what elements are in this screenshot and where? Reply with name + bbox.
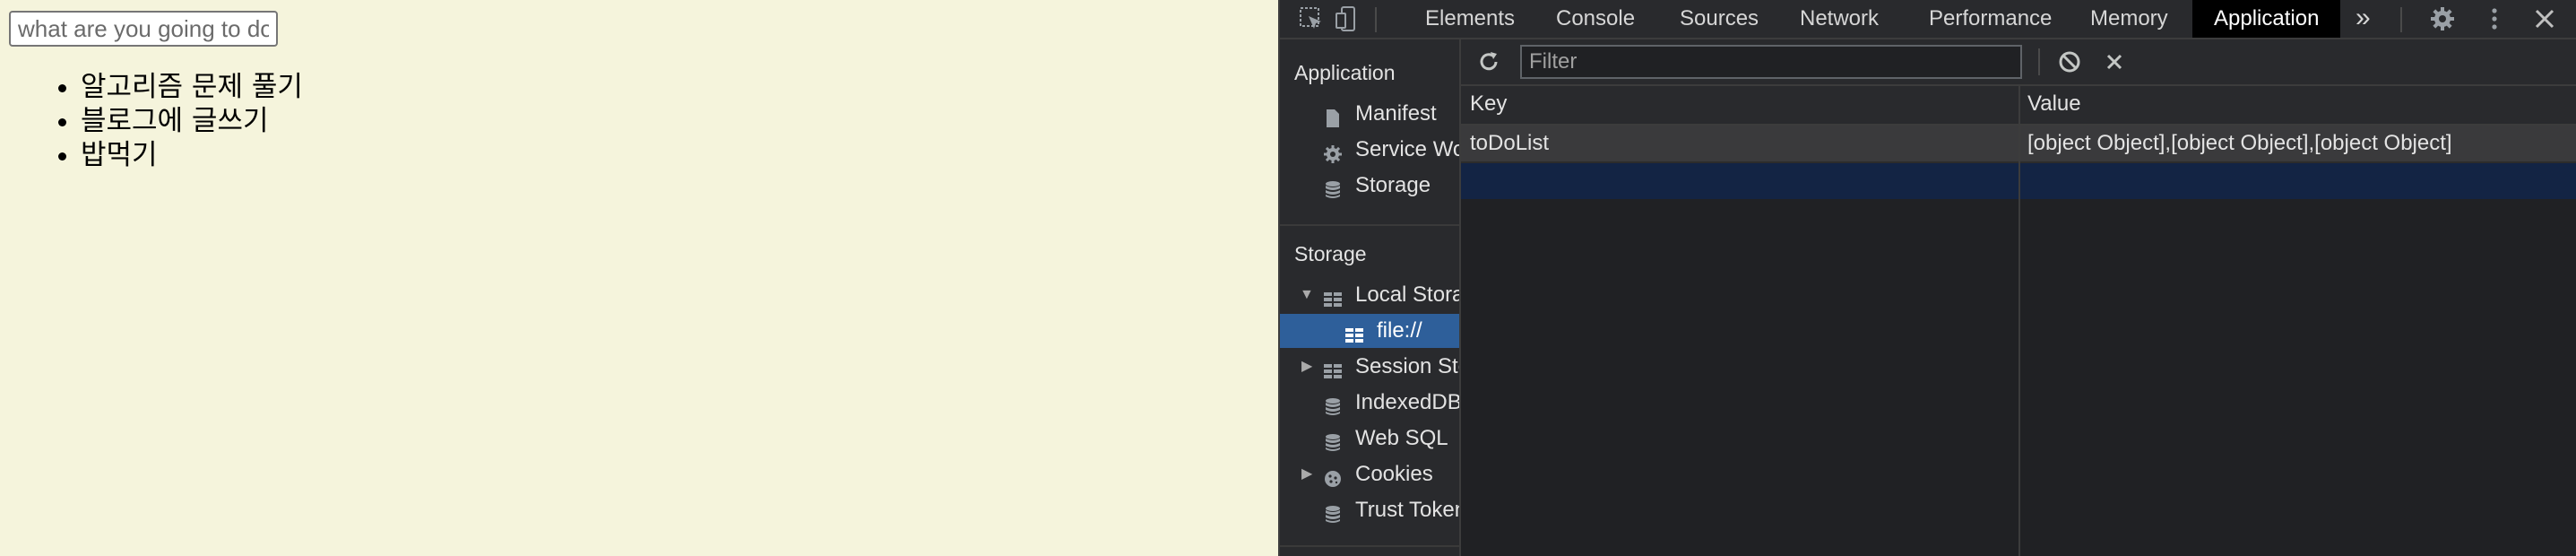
sidebar-item-label: file:// xyxy=(1377,318,1422,343)
cookie-icon xyxy=(1323,465,1343,487)
list-item: 블로그에 글쓰기 xyxy=(81,104,303,138)
sidebar-item-label: Storage xyxy=(1355,173,1431,197)
tab-application[interactable]: Application xyxy=(2192,0,2341,38)
divider xyxy=(1280,224,1459,226)
sidebar-item-label: Local Storage xyxy=(1355,282,1459,307)
sidebar-item-local-storage[interactable]: ▼ Local Storage xyxy=(1280,278,1459,312)
close-icon[interactable] xyxy=(2531,5,2558,32)
sidebar-item-web-sql[interactable]: Web SQL xyxy=(1280,421,1459,456)
divider xyxy=(1375,7,1377,32)
sidebar-item-trust-tokens[interactable]: Trust Tokens xyxy=(1280,493,1459,527)
sidebar-section-application: Application xyxy=(1294,61,1396,84)
column-divider[interactable] xyxy=(2018,86,2020,556)
column-header-value[interactable]: Value xyxy=(2027,86,2081,122)
sidebar-item-manifest[interactable]: Manifest xyxy=(1280,97,1459,131)
sidebar-item-label: Cookies xyxy=(1355,462,1433,486)
inspect-element-icon[interactable] xyxy=(1298,5,1325,32)
sidebar-item-label: IndexedDB xyxy=(1355,390,1461,414)
database-icon xyxy=(1323,501,1343,523)
database-icon xyxy=(1323,394,1343,415)
tab-memory[interactable]: Memory xyxy=(2090,0,2168,38)
file-icon xyxy=(1323,105,1343,127)
refresh-icon[interactable] xyxy=(1475,48,1502,75)
tab-network[interactable]: Network xyxy=(1800,0,1879,38)
column-header-key[interactable]: Key xyxy=(1470,86,1507,122)
gear-icon[interactable] xyxy=(2429,5,2456,32)
sidebar-item-label: Service Workers xyxy=(1355,137,1459,161)
sidebar-item-storage[interactable]: Storage xyxy=(1280,169,1459,203)
application-sidebar: Application Manifest Service Workers Sto… xyxy=(1280,39,1461,556)
chevron-right-icon[interactable]: ▶ xyxy=(1301,457,1312,491)
delete-selected-icon[interactable] xyxy=(2101,48,2128,75)
sidebar-item-service-workers[interactable]: Service Workers xyxy=(1280,133,1459,167)
sidebar-section-storage: Storage xyxy=(1294,242,1367,265)
clear-all-icon[interactable] xyxy=(2056,48,2083,75)
list-item: 밥먹기 xyxy=(81,138,303,172)
device-toolbar-icon[interactable] xyxy=(1334,5,1361,32)
storage-content: Key Value toDoList [object Object],[obje… xyxy=(1461,39,2576,556)
sidebar-item-cookies[interactable]: ▶ Cookies xyxy=(1280,457,1459,491)
tab-console[interactable]: Console xyxy=(1556,0,1635,38)
chevron-right-icon[interactable]: ▶ xyxy=(1301,350,1312,384)
more-tabs-icon[interactable]: » xyxy=(2356,0,2371,38)
devtools-panel: Elements Console Sources Network Perform… xyxy=(1278,0,2576,556)
divider xyxy=(2400,7,2402,32)
divider xyxy=(1280,545,1459,547)
todo-list: 알고리즘 문제 풀기 블로그에 글쓰기 밥먹기 xyxy=(48,70,303,172)
database-icon xyxy=(1323,177,1343,198)
todo-input[interactable] xyxy=(9,11,278,47)
table-icon xyxy=(1323,358,1343,378)
sidebar-item-label: Trust Tokens xyxy=(1355,498,1459,522)
cell-key[interactable]: toDoList xyxy=(1470,126,1549,161)
cell-value[interactable]: [object Object],[object Object],[object … xyxy=(2027,126,2452,161)
sidebar-item-indexeddb[interactable]: IndexedDB xyxy=(1280,386,1459,420)
chevron-down-icon[interactable]: ▼ xyxy=(1300,278,1314,312)
gear-icon xyxy=(1323,141,1343,163)
storage-toolbar xyxy=(1461,39,2576,86)
devtools-tabbar: Elements Console Sources Network Perform… xyxy=(1280,0,2576,39)
web-page: 알고리즘 문제 풀기 블로그에 글쓰기 밥먹기 xyxy=(0,0,1278,556)
storage-table: Key Value toDoList [object Object],[obje… xyxy=(1461,86,2576,556)
more-options-icon[interactable] xyxy=(2481,5,2508,32)
tab-sources[interactable]: Sources xyxy=(1680,0,1759,38)
sidebar-item-label: Web SQL xyxy=(1355,426,1448,450)
tab-performance[interactable]: Performance xyxy=(1929,0,2052,38)
sidebar-item-local-storage-file[interactable]: file:// xyxy=(1280,314,1459,348)
database-icon xyxy=(1323,430,1343,451)
table-icon xyxy=(1323,286,1343,307)
sidebar-item-label: Manifest xyxy=(1355,101,1437,126)
table-icon xyxy=(1344,322,1364,343)
sidebar-item-session-storage[interactable]: ▶ Session Storage xyxy=(1280,350,1459,384)
sidebar-item-label: Session Storage xyxy=(1355,354,1459,378)
filter-input[interactable] xyxy=(1520,45,2022,79)
list-item: 알고리즘 문제 풀기 xyxy=(81,70,303,104)
divider xyxy=(2038,48,2040,75)
tab-elements[interactable]: Elements xyxy=(1425,0,1515,38)
